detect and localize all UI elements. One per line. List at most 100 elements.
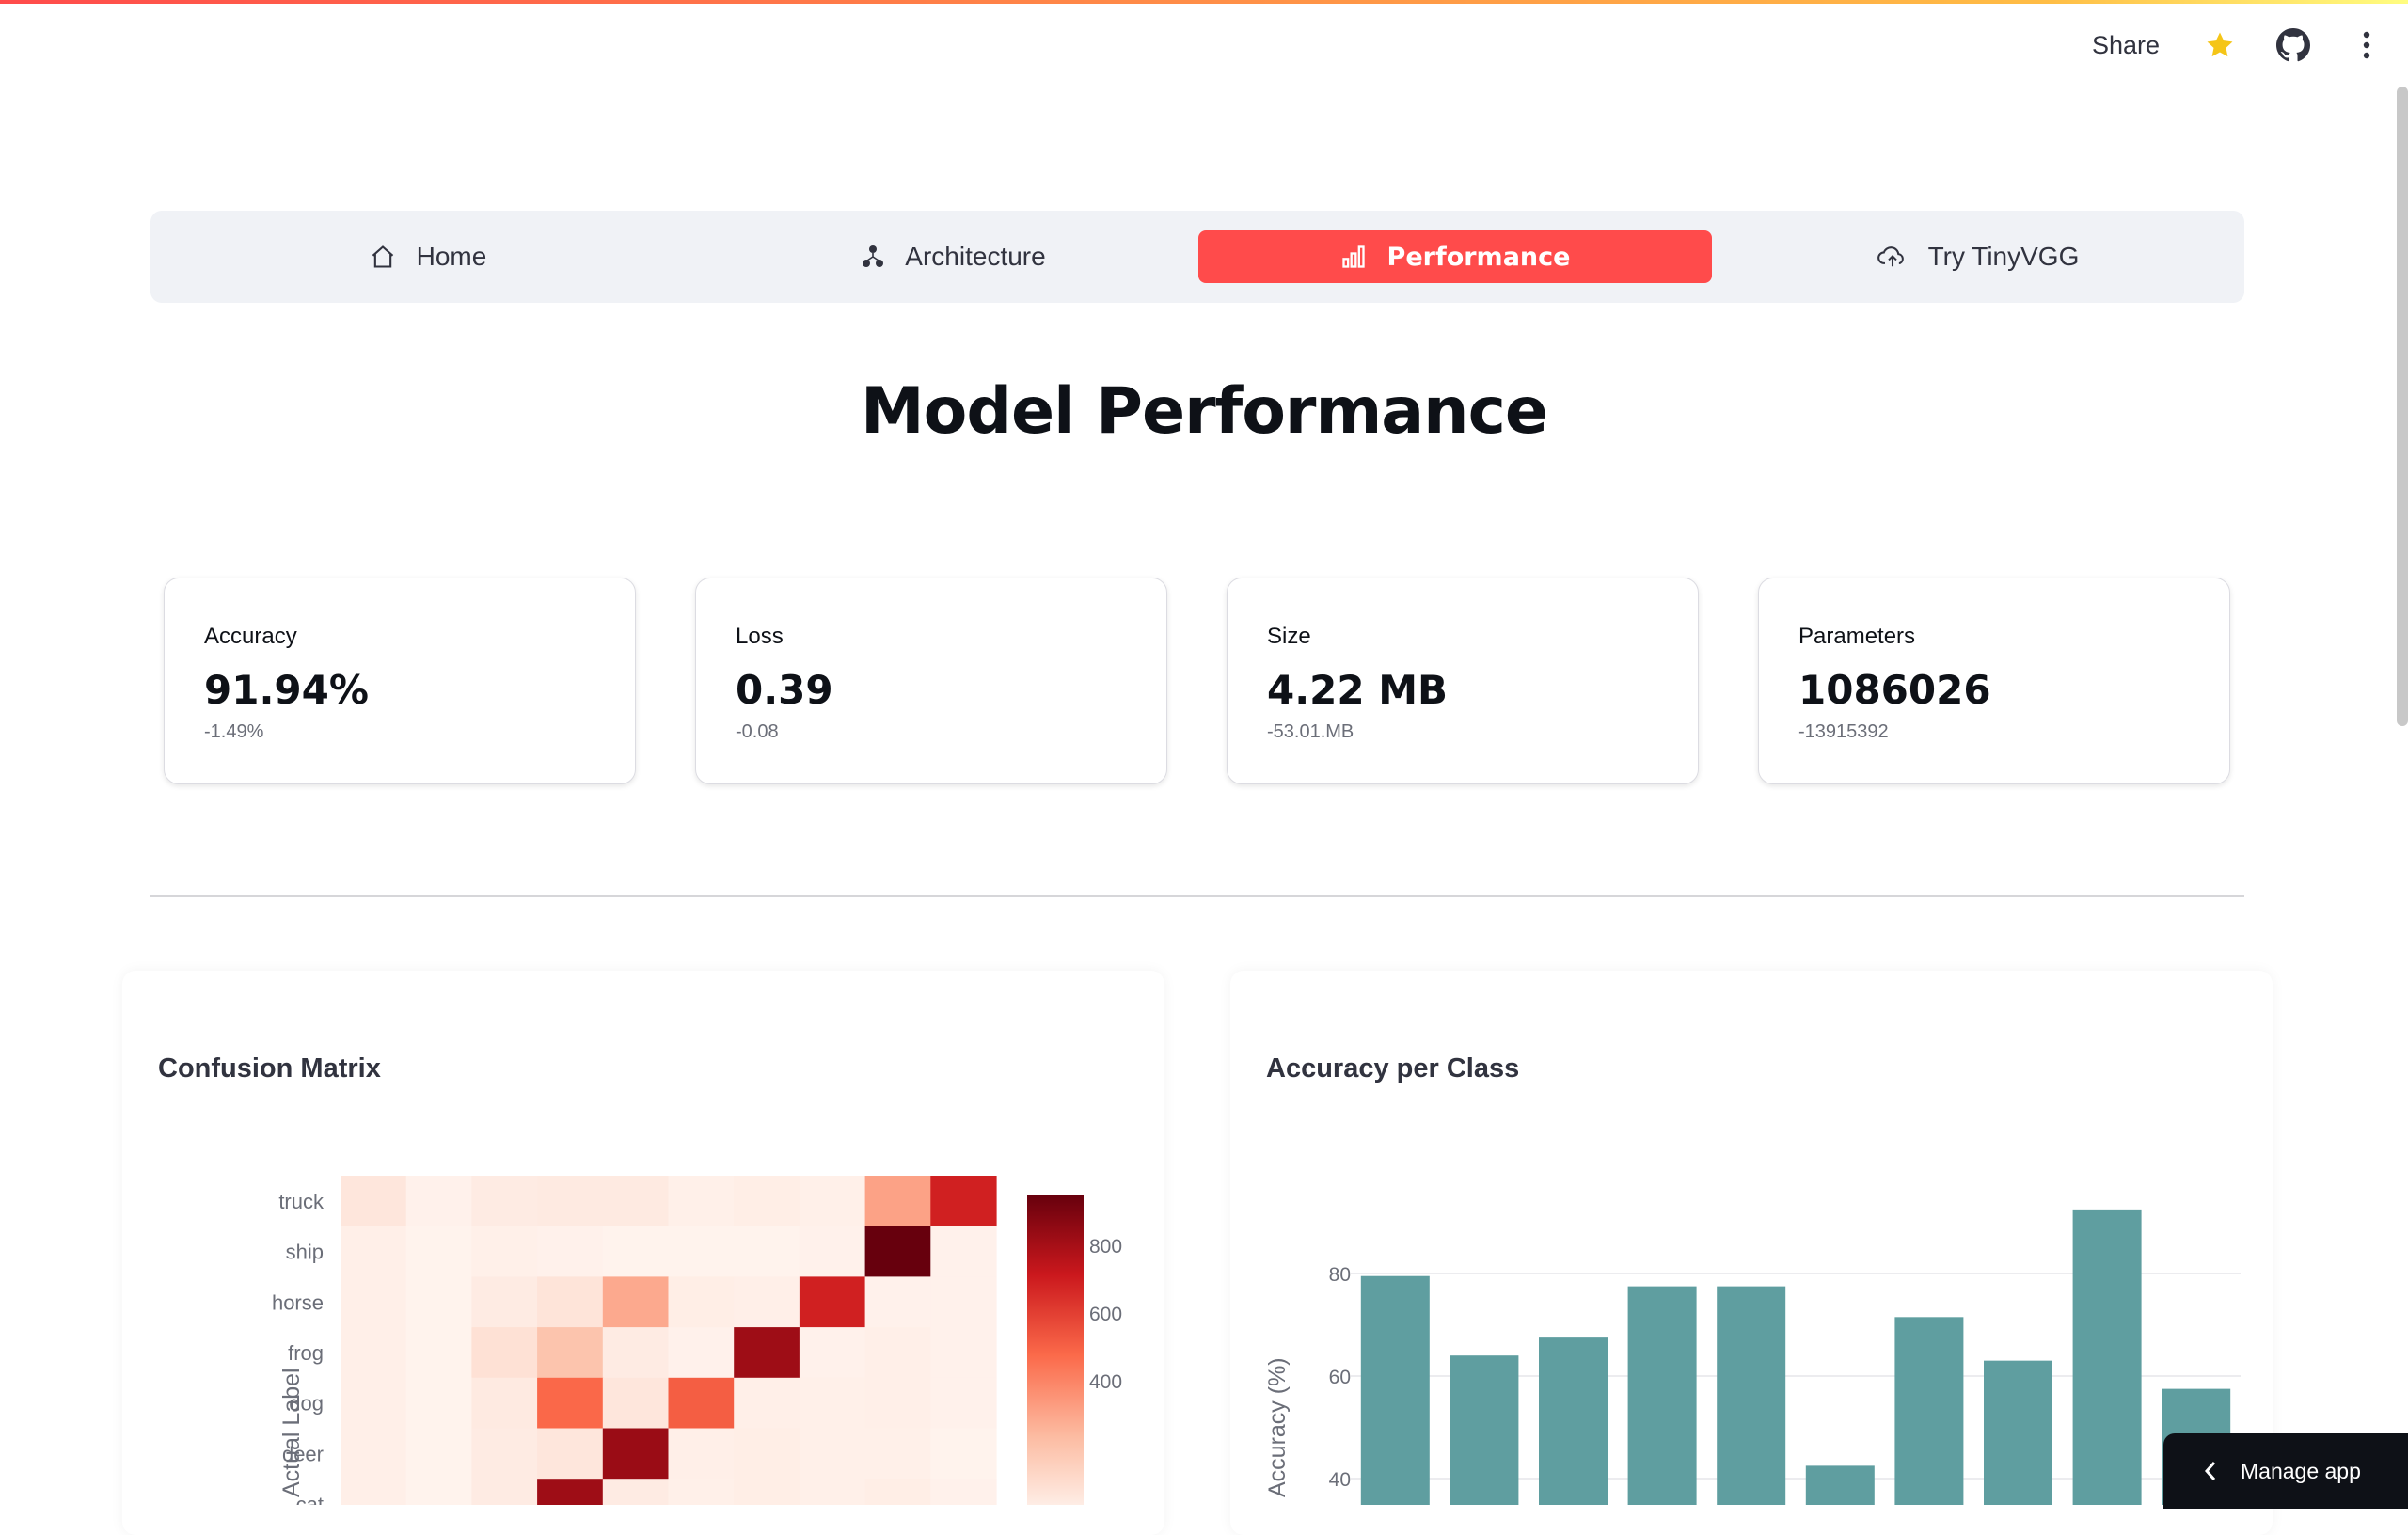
star-icon[interactable] [2197,23,2242,68]
heatmap-cell [471,1226,538,1277]
architecture-icon [863,245,884,267]
heatmap-cell [341,1176,407,1227]
heatmap-cell [799,1377,866,1430]
nav-item-try-tinyvgg[interactable]: Try TinyVGG [1712,230,2244,283]
heatmap-cell [341,1276,407,1328]
heatmap-cell [734,1276,800,1328]
heatmap-cell [734,1428,800,1480]
nav-item-architecture[interactable]: Architecture [690,230,1217,283]
bar-chart-icon [1341,245,1365,268]
heatmap-cell [668,1176,735,1227]
heatmap-cell [341,1479,407,1505]
heatmap-cell [471,1327,538,1379]
heatmap-cell [537,1377,604,1430]
heatmap-cell [668,1428,735,1480]
heatmap-cell [734,1226,800,1277]
heatmap-cell [668,1226,735,1277]
heatmap-cell [405,1276,472,1328]
bar [1539,1337,1608,1505]
heatmap-cell [864,1276,931,1328]
y-axis-title: Accuracy (%) [1264,1357,1291,1497]
heatmap-cell [734,1479,800,1505]
manage-app-button[interactable]: Manage app [2163,1433,2408,1509]
heatmap-cell [537,1226,604,1277]
y-tick-label: truck [278,1190,325,1213]
colorbar-tick-label: 800 [1089,1236,1122,1258]
heatmap-cell [799,1176,866,1227]
bar [1717,1286,1786,1505]
confusion-matrix-card: Confusion Matrix truck ship horse frog dog de… [122,971,1164,1535]
heatmap-cell [471,1428,538,1480]
bar [1627,1286,1697,1505]
heatmap-cell [537,1176,604,1227]
heatmap-cell [405,1377,472,1430]
heatmap-cell [537,1428,604,1480]
heatmap-cell [799,1226,866,1277]
nav-item-performance[interactable]: Performance [1198,230,1712,283]
metric-delta: -53.01.MB [1267,721,1354,742]
colorbar-tick-label: 400 [1089,1371,1122,1393]
metric-value: 0.39 [736,667,833,713]
metric-delta: -13915392 [1798,721,1889,742]
heatmap-cell [405,1176,472,1227]
metric-card-loss: Loss 0.39 -0.08 [695,578,1167,784]
page-title: Model Performance [860,374,1548,449]
heatmap-cell [864,1176,931,1227]
heatmap-cell [864,1327,931,1379]
heatmap-cell [537,1327,604,1379]
heatmap-cell [471,1276,538,1328]
heatmap-cell [930,1226,997,1277]
metric-value: 1086026 [1798,667,1991,713]
heatmap-cell [864,1377,931,1430]
colorbar [1027,1195,1084,1505]
heatmap-cell [930,1276,997,1328]
heatmap-cell [668,1327,735,1379]
heatmap-cell [734,1327,800,1379]
heatmap-cell [930,1377,997,1430]
bar [1894,1317,1964,1505]
nav-item-label: Try TinyVGG [1927,242,2080,271]
nav-item-home[interactable]: Home [150,230,705,283]
heatmap-cell [864,1479,931,1505]
metric-label: Accuracy [204,624,297,649]
heatmap-cell [668,1479,735,1505]
y-tick-label: 80 [1329,1264,1351,1286]
confusion-matrix-chart[interactable]: truckshiphorsefrogdogdeercatActual Label… [122,971,1164,1505]
top-decoration-bar [0,0,2408,4]
heatmap-cell [799,1428,866,1480]
heatmap-cell [537,1479,604,1505]
metric-label: Parameters [1798,624,1916,649]
y-tick-label: frog [288,1341,324,1365]
colorbar-tick-label: 600 [1089,1304,1122,1325]
heatmap-cell [602,1327,670,1379]
share-button[interactable]: Share [2092,31,2160,60]
heatmap-cell [734,1377,800,1430]
y-tick-label: 60 [1329,1367,1351,1388]
nav-item-label: Performance [1386,242,1571,272]
heatmap-cell [471,1377,538,1430]
bar [1805,1465,1875,1505]
bar [1360,1275,1430,1505]
section-divider [150,895,2244,897]
metric-label: Loss [736,624,784,649]
nav-item-label: Architecture [905,242,1046,271]
navigation-menu: Home Architecture Performance Try TinyVG… [150,211,2244,303]
heatmap-cell [864,1428,931,1480]
heatmap-cell [930,1479,997,1505]
heatmap-cell [405,1479,472,1505]
accuracy-bar-chart[interactable]: 40 60 80 Accuracy (%) [1230,971,2273,1505]
y-axis-title: Actual Label [278,1368,305,1497]
chevron-left-icon [2204,1462,2216,1480]
heatmap-cell [471,1176,538,1227]
heatmap-cell [341,1327,407,1379]
bar [2072,1209,2142,1505]
heatmap-cell [668,1377,735,1430]
metric-delta: -1.49% [204,721,264,742]
github-icon[interactable] [2271,23,2316,68]
heatmap-cell [471,1479,538,1505]
accuracy-per-class-card: Accuracy per Class 40 60 80 Accuracy (%) [1230,971,2273,1535]
heatmap-cell [930,1327,997,1379]
heatmap-cell [668,1276,735,1328]
heatmap-cell [602,1479,670,1505]
more-vertical-icon[interactable] [2344,23,2389,68]
